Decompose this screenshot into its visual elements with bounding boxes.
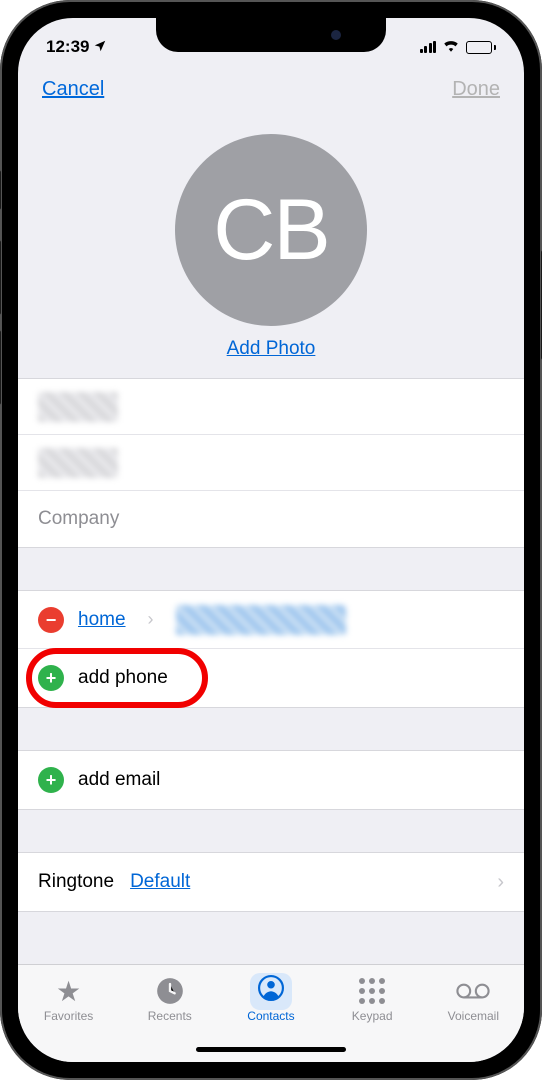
tab-recents[interactable]: Recents	[127, 975, 213, 1023]
last-name-field[interactable]	[18, 435, 524, 491]
name-fields: Company	[18, 378, 524, 548]
phone-section: − home › + add phone	[18, 590, 524, 708]
add-email-label: add email	[78, 769, 160, 791]
tab-contacts[interactable]: Contacts	[228, 975, 314, 1023]
contact-icon	[228, 975, 314, 1007]
redacted-text	[38, 448, 118, 478]
ringtone-value: Default	[130, 871, 190, 893]
avatar-section: CB Add Photo	[18, 126, 524, 378]
iphone-frame: 12:39 Cancel Done CB	[0, 0, 542, 1080]
location-icon	[93, 39, 107, 56]
avatar-initials: CB	[213, 181, 328, 280]
star-icon: ★	[56, 975, 81, 1008]
company-placeholder: Company	[38, 508, 119, 530]
keypad-icon	[329, 975, 415, 1007]
clock-icon	[127, 975, 213, 1007]
add-phone-row[interactable]: + add phone	[18, 649, 524, 707]
done-button[interactable]: Done	[452, 78, 500, 101]
status-time: 12:39	[46, 37, 89, 57]
ringtone-row[interactable]: Ringtone Default ›	[18, 853, 524, 911]
add-email-row[interactable]: + add email	[18, 751, 524, 809]
add-photo-button[interactable]: Add Photo	[227, 338, 316, 359]
company-field[interactable]: Company	[18, 491, 524, 547]
notch	[156, 18, 386, 52]
phone-row-home[interactable]: − home ›	[18, 591, 524, 649]
screen: 12:39 Cancel Done CB	[18, 18, 524, 1062]
battery-icon	[466, 41, 496, 54]
ringtone-label: Ringtone	[38, 871, 114, 893]
ringtone-section: Ringtone Default ›	[18, 852, 524, 912]
tab-voicemail[interactable]: Voicemail	[430, 975, 516, 1023]
chevron-right-icon: ›	[148, 609, 154, 630]
add-phone-label: add phone	[78, 667, 168, 689]
email-section: + add email	[18, 750, 524, 810]
contact-avatar[interactable]: CB	[175, 134, 367, 326]
first-name-field[interactable]	[18, 379, 524, 435]
chevron-right-icon: ›	[497, 871, 504, 894]
remove-icon[interactable]: −	[38, 607, 64, 633]
add-icon[interactable]: +	[38, 767, 64, 793]
cancel-button[interactable]: Cancel	[42, 78, 104, 101]
cellular-icon	[420, 41, 437, 53]
tab-favorites[interactable]: ★ Favorites	[26, 975, 112, 1023]
tab-keypad[interactable]: Keypad	[329, 975, 415, 1023]
add-icon[interactable]: +	[38, 665, 64, 691]
redacted-text	[38, 392, 118, 422]
nav-bar: Cancel Done	[18, 66, 524, 126]
home-indicator[interactable]	[196, 1047, 346, 1052]
wifi-icon	[442, 38, 460, 57]
phone-label-home[interactable]: home	[78, 609, 126, 631]
voicemail-icon	[430, 975, 516, 1007]
redacted-phone[interactable]	[176, 605, 346, 635]
tab-bar: ★ Favorites Recents Contacts	[18, 964, 524, 1062]
